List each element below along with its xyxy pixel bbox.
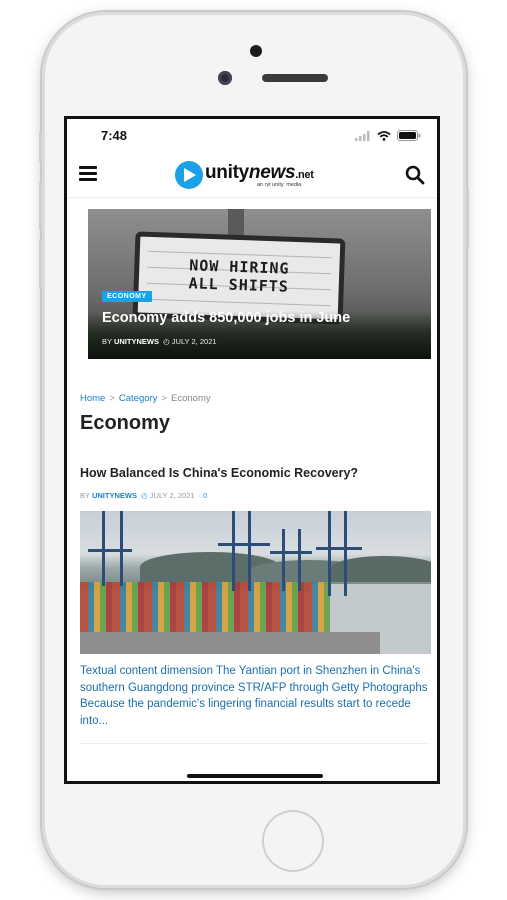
article-date: JULY 2, 2021 [149, 491, 195, 500]
hamburger-menu-icon[interactable] [79, 166, 97, 181]
wifi-icon [377, 128, 391, 146]
front-camera [218, 71, 232, 85]
status-time: 7:48 [101, 128, 128, 143]
power-button [466, 188, 469, 248]
status-bar: 7:48 [67, 119, 437, 149]
breadcrumb-current: Economy [171, 393, 211, 404]
site-header: unitynews.net an ryl unity. media [67, 153, 437, 198]
featured-author-link[interactable]: UNITYNEWS [114, 337, 159, 346]
earpiece-speaker [262, 74, 328, 82]
mute-switch [39, 132, 42, 162]
comment-count[interactable]: 0 [203, 491, 207, 500]
quay [80, 632, 380, 654]
featured-post-meta: BY UNITYNEWS ◴ JULY 2, 2021 [102, 337, 217, 346]
featured-post[interactable]: NOW HIRING ALL SHIFTS ECONOMY Economy ad… [88, 209, 431, 359]
clock-icon: ◴ [141, 491, 148, 500]
article-image[interactable] [80, 511, 431, 654]
article-meta: BY UNITYNEWS ◴ JULY 2, 2021 ◌0 [80, 491, 208, 500]
signal-icon [355, 128, 371, 146]
status-icons [355, 128, 421, 146]
page-title: Economy [80, 412, 171, 434]
logo-wordmark: unitynews.net [205, 162, 314, 183]
breadcrumb-home[interactable]: Home [80, 393, 105, 404]
featured-post-title[interactable]: Economy adds 850,000 jobs in June [102, 310, 350, 326]
volume-up-button [39, 182, 42, 230]
featured-date: JULY 2, 2021 [171, 337, 217, 346]
post-divider [80, 743, 430, 744]
article-author-link[interactable]: UNITYNEWS [92, 491, 137, 500]
play-logo-icon [175, 161, 203, 189]
home-indicator[interactable] [187, 774, 323, 778]
breadcrumb: Home > Category > Economy [80, 393, 211, 404]
battery-icon [397, 128, 421, 146]
home-button[interactable] [262, 810, 324, 872]
article-title[interactable]: How Balanced Is China's Economic Recover… [80, 466, 358, 480]
article-excerpt[interactable]: Textual content dimension The Yantian po… [80, 663, 435, 729]
logo-tagline: an ryl unity. media [257, 182, 302, 188]
breadcrumb-category[interactable]: Category [119, 393, 158, 404]
category-badge[interactable]: ECONOMY [102, 291, 152, 302]
search-icon[interactable] [405, 165, 425, 185]
volume-down-button [39, 240, 42, 288]
phone-screen: 7:48 unitynews.net an ryl unity. media N… [64, 116, 440, 784]
proximity-sensor [250, 45, 262, 57]
site-logo[interactable]: unitynews.net an ryl unity. media [175, 161, 335, 193]
clock-icon: ◴ [163, 337, 170, 346]
